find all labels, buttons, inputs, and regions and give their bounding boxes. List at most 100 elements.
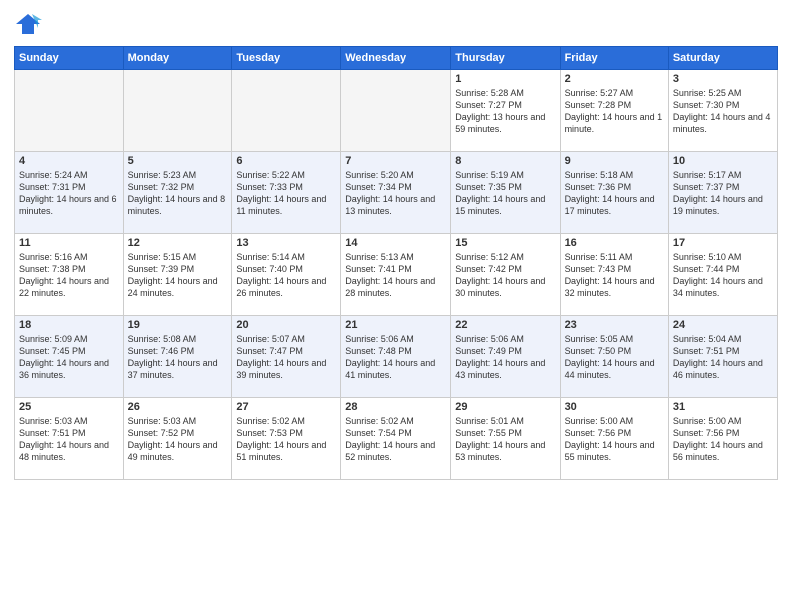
day-info: Sunrise: 5:03 AM Sunset: 7:52 PM Dayligh… xyxy=(128,415,228,464)
day-number: 28 xyxy=(345,401,446,413)
weekday-header-cell: Saturday xyxy=(668,47,777,70)
calendar-day-cell: 20 Sunrise: 5:07 AM Sunset: 7:47 PM Dayl… xyxy=(232,316,341,398)
sunrise-label: Sunrise: 5:07 AM xyxy=(236,334,305,344)
sunrise-label: Sunrise: 5:12 AM xyxy=(455,252,524,262)
weekday-header-cell: Tuesday xyxy=(232,47,341,70)
calendar-day-cell: 18 Sunrise: 5:09 AM Sunset: 7:45 PM Dayl… xyxy=(15,316,124,398)
day-number: 20 xyxy=(236,319,336,331)
day-info: Sunrise: 5:24 AM Sunset: 7:31 PM Dayligh… xyxy=(19,169,119,218)
sunset-label: Sunset: 7:42 PM xyxy=(455,264,522,274)
day-number: 16 xyxy=(565,237,664,249)
weekday-header-cell: Sunday xyxy=(15,47,124,70)
calendar-day-cell: 19 Sunrise: 5:08 AM Sunset: 7:46 PM Dayl… xyxy=(123,316,232,398)
sunrise-label: Sunrise: 5:17 AM xyxy=(673,170,742,180)
day-info: Sunrise: 5:11 AM Sunset: 7:43 PM Dayligh… xyxy=(565,251,664,300)
sunrise-label: Sunrise: 5:10 AM xyxy=(673,252,742,262)
daylight-label: Daylight: 14 hours and 8 minutes. xyxy=(128,194,226,216)
day-info: Sunrise: 5:05 AM Sunset: 7:50 PM Dayligh… xyxy=(565,333,664,382)
daylight-label: Daylight: 14 hours and 41 minutes. xyxy=(345,358,435,380)
day-info: Sunrise: 5:25 AM Sunset: 7:30 PM Dayligh… xyxy=(673,87,773,136)
day-info: Sunrise: 5:01 AM Sunset: 7:55 PM Dayligh… xyxy=(455,415,555,464)
daylight-label: Daylight: 14 hours and 34 minutes. xyxy=(673,276,763,298)
day-number: 1 xyxy=(455,73,555,85)
sunset-label: Sunset: 7:33 PM xyxy=(236,182,303,192)
calendar-day-cell xyxy=(15,70,124,152)
daylight-label: Daylight: 14 hours and 39 minutes. xyxy=(236,358,326,380)
sunrise-label: Sunrise: 5:00 AM xyxy=(565,416,634,426)
sunrise-label: Sunrise: 5:24 AM xyxy=(19,170,88,180)
day-number: 14 xyxy=(345,237,446,249)
day-number: 11 xyxy=(19,237,119,249)
sunset-label: Sunset: 7:53 PM xyxy=(236,428,303,438)
header xyxy=(14,10,778,38)
calendar-day-cell: 23 Sunrise: 5:05 AM Sunset: 7:50 PM Dayl… xyxy=(560,316,668,398)
daylight-label: Daylight: 14 hours and 56 minutes. xyxy=(673,440,763,462)
sunset-label: Sunset: 7:40 PM xyxy=(236,264,303,274)
sunrise-label: Sunrise: 5:28 AM xyxy=(455,88,524,98)
daylight-label: Daylight: 14 hours and 37 minutes. xyxy=(128,358,218,380)
sunset-label: Sunset: 7:48 PM xyxy=(345,346,412,356)
day-number: 15 xyxy=(455,237,555,249)
calendar-day-cell xyxy=(232,70,341,152)
day-number: 4 xyxy=(19,155,119,167)
calendar-day-cell: 3 Sunrise: 5:25 AM Sunset: 7:30 PM Dayli… xyxy=(668,70,777,152)
sunset-label: Sunset: 7:49 PM xyxy=(455,346,522,356)
sunset-label: Sunset: 7:35 PM xyxy=(455,182,522,192)
day-number: 26 xyxy=(128,401,228,413)
sunrise-label: Sunrise: 5:18 AM xyxy=(565,170,634,180)
daylight-label: Daylight: 14 hours and 46 minutes. xyxy=(673,358,763,380)
calendar-day-cell: 29 Sunrise: 5:01 AM Sunset: 7:55 PM Dayl… xyxy=(451,398,560,480)
sunrise-label: Sunrise: 5:03 AM xyxy=(19,416,88,426)
daylight-label: Daylight: 14 hours and 44 minutes. xyxy=(565,358,655,380)
day-info: Sunrise: 5:06 AM Sunset: 7:48 PM Dayligh… xyxy=(345,333,446,382)
daylight-label: Daylight: 14 hours and 22 minutes. xyxy=(19,276,109,298)
logo-icon xyxy=(14,10,42,38)
sunrise-label: Sunrise: 5:20 AM xyxy=(345,170,414,180)
day-info: Sunrise: 5:19 AM Sunset: 7:35 PM Dayligh… xyxy=(455,169,555,218)
sunset-label: Sunset: 7:34 PM xyxy=(345,182,412,192)
calendar-day-cell: 26 Sunrise: 5:03 AM Sunset: 7:52 PM Dayl… xyxy=(123,398,232,480)
sunrise-label: Sunrise: 5:03 AM xyxy=(128,416,197,426)
calendar-day-cell: 13 Sunrise: 5:14 AM Sunset: 7:40 PM Dayl… xyxy=(232,234,341,316)
sunset-label: Sunset: 7:43 PM xyxy=(565,264,632,274)
sunset-label: Sunset: 7:55 PM xyxy=(455,428,522,438)
day-info: Sunrise: 5:03 AM Sunset: 7:51 PM Dayligh… xyxy=(19,415,119,464)
sunset-label: Sunset: 7:45 PM xyxy=(19,346,86,356)
calendar-day-cell: 6 Sunrise: 5:22 AM Sunset: 7:33 PM Dayli… xyxy=(232,152,341,234)
daylight-label: Daylight: 14 hours and 49 minutes. xyxy=(128,440,218,462)
day-number: 7 xyxy=(345,155,446,167)
daylight-label: Daylight: 14 hours and 19 minutes. xyxy=(673,194,763,216)
day-number: 12 xyxy=(128,237,228,249)
daylight-label: Daylight: 14 hours and 17 minutes. xyxy=(565,194,655,216)
calendar-day-cell: 11 Sunrise: 5:16 AM Sunset: 7:38 PM Dayl… xyxy=(15,234,124,316)
day-number: 6 xyxy=(236,155,336,167)
sunset-label: Sunset: 7:56 PM xyxy=(673,428,740,438)
day-number: 27 xyxy=(236,401,336,413)
sunrise-label: Sunrise: 5:00 AM xyxy=(673,416,742,426)
daylight-label: Daylight: 14 hours and 43 minutes. xyxy=(455,358,545,380)
daylight-label: Daylight: 14 hours and 6 minutes. xyxy=(19,194,117,216)
day-info: Sunrise: 5:14 AM Sunset: 7:40 PM Dayligh… xyxy=(236,251,336,300)
day-number: 23 xyxy=(565,319,664,331)
sunrise-label: Sunrise: 5:02 AM xyxy=(345,416,414,426)
calendar-day-cell xyxy=(123,70,232,152)
daylight-label: Daylight: 14 hours and 4 minutes. xyxy=(673,112,771,134)
calendar-day-cell: 5 Sunrise: 5:23 AM Sunset: 7:32 PM Dayli… xyxy=(123,152,232,234)
calendar-day-cell: 22 Sunrise: 5:06 AM Sunset: 7:49 PM Dayl… xyxy=(451,316,560,398)
day-number: 24 xyxy=(673,319,773,331)
calendar-day-cell: 15 Sunrise: 5:12 AM Sunset: 7:42 PM Dayl… xyxy=(451,234,560,316)
day-info: Sunrise: 5:08 AM Sunset: 7:46 PM Dayligh… xyxy=(128,333,228,382)
day-info: Sunrise: 5:23 AM Sunset: 7:32 PM Dayligh… xyxy=(128,169,228,218)
sunset-label: Sunset: 7:56 PM xyxy=(565,428,632,438)
calendar-day-cell: 31 Sunrise: 5:00 AM Sunset: 7:56 PM Dayl… xyxy=(668,398,777,480)
sunrise-label: Sunrise: 5:02 AM xyxy=(236,416,305,426)
sunset-label: Sunset: 7:50 PM xyxy=(565,346,632,356)
day-number: 9 xyxy=(565,155,664,167)
daylight-label: Daylight: 14 hours and 11 minutes. xyxy=(236,194,326,216)
day-number: 2 xyxy=(565,73,664,85)
calendar-day-cell: 24 Sunrise: 5:04 AM Sunset: 7:51 PM Dayl… xyxy=(668,316,777,398)
calendar-day-cell: 12 Sunrise: 5:15 AM Sunset: 7:39 PM Dayl… xyxy=(123,234,232,316)
calendar-week-row: 4 Sunrise: 5:24 AM Sunset: 7:31 PM Dayli… xyxy=(15,152,778,234)
daylight-label: Daylight: 14 hours and 28 minutes. xyxy=(345,276,435,298)
day-number: 13 xyxy=(236,237,336,249)
